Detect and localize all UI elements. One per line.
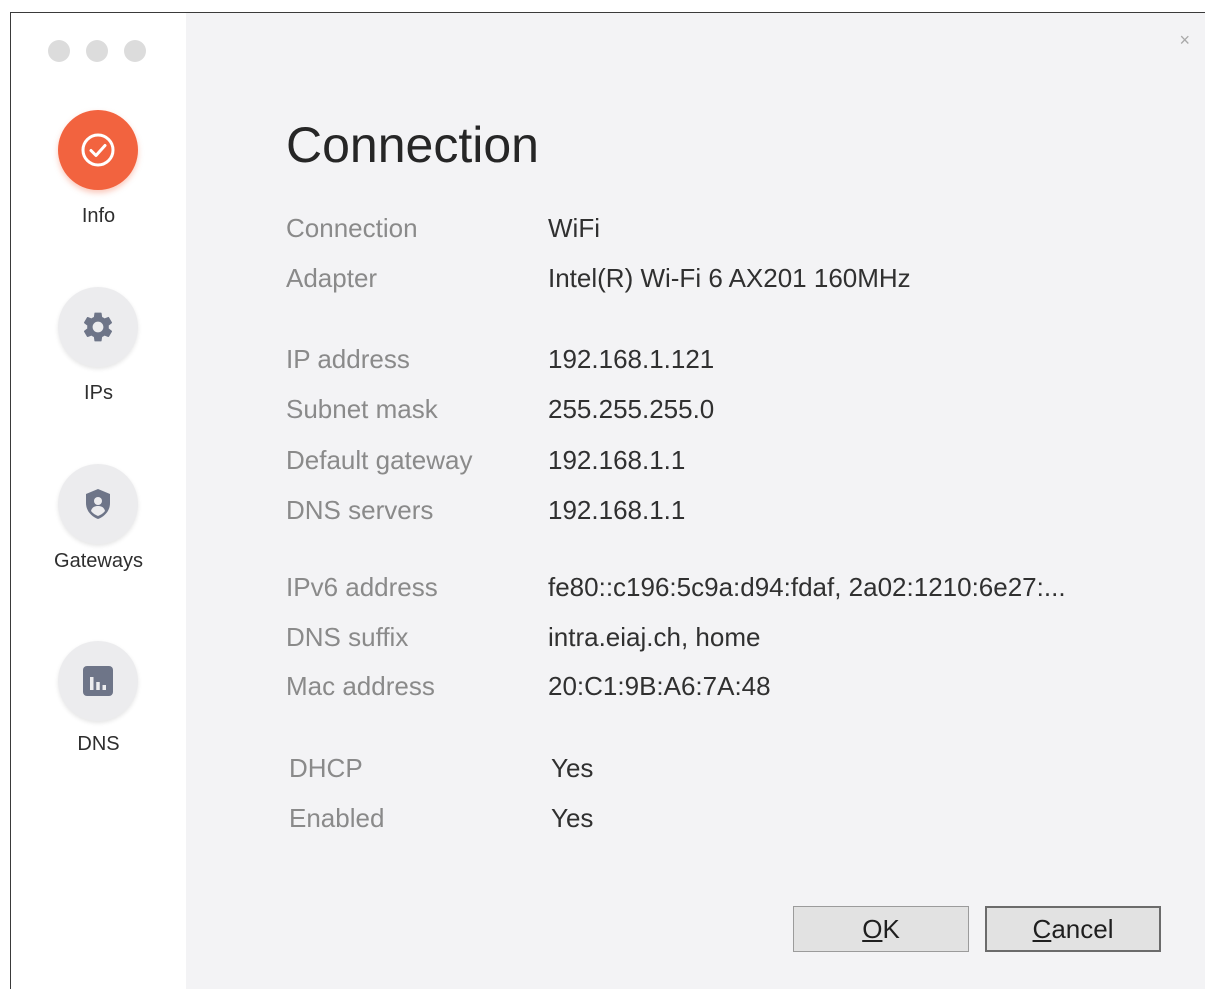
bar-chart-icon bbox=[83, 666, 113, 696]
info-value: fe80::c196:5c9a:d94:fdaf, 2a02:1210:6e27… bbox=[548, 572, 1066, 602]
info-value: WiFi bbox=[548, 213, 600, 243]
info-value: Yes bbox=[551, 803, 594, 833]
window-maximize-dot[interactable] bbox=[124, 40, 146, 62]
info-value: Yes bbox=[551, 753, 594, 783]
info-value: 20:C1:9B:A6:7A:48 bbox=[548, 671, 771, 701]
info-label: Adapter bbox=[286, 263, 378, 293]
cancel-button[interactable]: Cancel bbox=[985, 906, 1161, 952]
info-value: Intel(R) Wi-Fi 6 AX201 160MHz bbox=[548, 263, 911, 293]
window-close-dot[interactable] bbox=[48, 40, 70, 62]
nav-icon-circle bbox=[58, 110, 138, 190]
sidebar-item-label: Gateways bbox=[54, 550, 143, 572]
nav-icon-circle bbox=[58, 641, 138, 721]
info-value: intra.eiaj.ch, home bbox=[548, 622, 761, 652]
sidebar-item-label: Info bbox=[81, 205, 116, 227]
connection-window: Info IPs Gateways DNS × Connection Conne… bbox=[10, 12, 1205, 989]
info-label: Connection bbox=[286, 213, 418, 243]
info-label: Default gateway bbox=[286, 445, 473, 475]
sidebar: Info IPs Gateways DNS bbox=[11, 13, 186, 989]
info-label: Enabled bbox=[289, 803, 385, 833]
sidebar-item-label: IPs bbox=[84, 382, 113, 404]
cancel-label-rest: ancel bbox=[1051, 913, 1114, 944]
shield-user-icon bbox=[86, 489, 110, 519]
info-value: 192.168.1.1 bbox=[548, 445, 686, 475]
info-label: IP address bbox=[286, 344, 410, 374]
info-label: Subnet mask bbox=[286, 394, 438, 424]
ok-label-rest: K bbox=[882, 913, 900, 944]
page-title: Connection bbox=[286, 117, 539, 173]
nav-icon-circle bbox=[58, 464, 138, 544]
check-circle-icon bbox=[81, 133, 115, 167]
info-value: 192.168.1.121 bbox=[548, 344, 715, 374]
info-label: Mac address bbox=[286, 671, 435, 701]
cancel-mnemonic: C bbox=[1032, 913, 1052, 944]
gear-icon bbox=[83, 312, 113, 342]
info-label: DHCP bbox=[289, 753, 363, 783]
info-label: IPv6 address bbox=[286, 572, 438, 602]
info-label: DNS suffix bbox=[286, 622, 409, 652]
window-minimize-dot[interactable] bbox=[86, 40, 108, 62]
ok-mnemonic: O bbox=[862, 913, 883, 944]
ok-button[interactable]: OK bbox=[793, 906, 969, 952]
window-controls bbox=[48, 40, 146, 62]
info-value: 192.168.1.1 bbox=[548, 495, 686, 525]
info-label: DNS servers bbox=[286, 495, 434, 525]
info-value: 255.255.255.0 bbox=[548, 394, 715, 424]
sidebar-item-label: DNS bbox=[77, 733, 120, 755]
nav-icon-circle bbox=[58, 287, 138, 367]
close-icon[interactable]: × bbox=[1179, 30, 1190, 51]
